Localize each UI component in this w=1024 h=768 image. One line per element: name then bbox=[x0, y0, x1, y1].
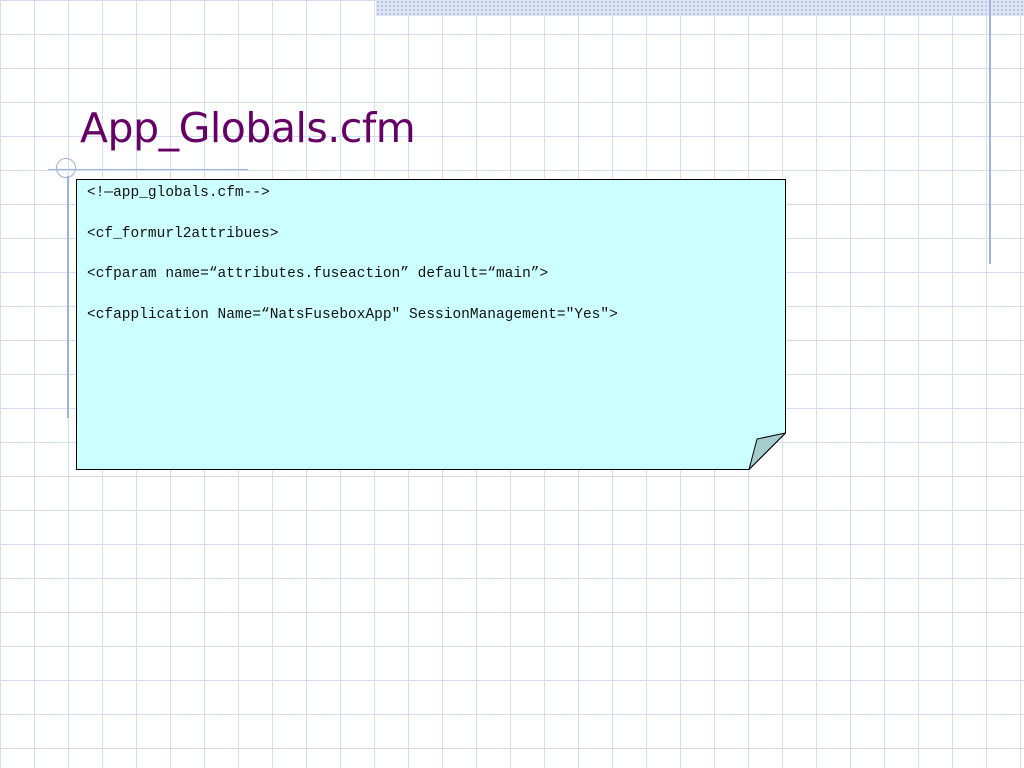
code-line: <cf_formurl2attribues> bbox=[87, 225, 279, 242]
right-decor-line bbox=[989, 0, 991, 264]
title-underline bbox=[48, 169, 248, 170]
page-title: App_Globals.cfm bbox=[80, 104, 416, 152]
code-line: <cfparam name=“attributes.fuseaction” de… bbox=[87, 266, 549, 283]
code-line: <!—app_globals.cfm--> bbox=[87, 185, 270, 201]
crosshair-circle-decor bbox=[56, 158, 76, 178]
code-line: <cfapplication Name=“NatsFuseboxApp" Ses… bbox=[87, 306, 618, 323]
top-decor-band bbox=[376, 0, 1024, 16]
code-lines: <!—app_globals.cfm--> <cf_formurl2attrib… bbox=[87, 185, 746, 347]
code-note-box: <!—app_globals.cfm--> <cf_formurl2attrib… bbox=[76, 179, 786, 470]
left-decor-line bbox=[67, 176, 69, 418]
